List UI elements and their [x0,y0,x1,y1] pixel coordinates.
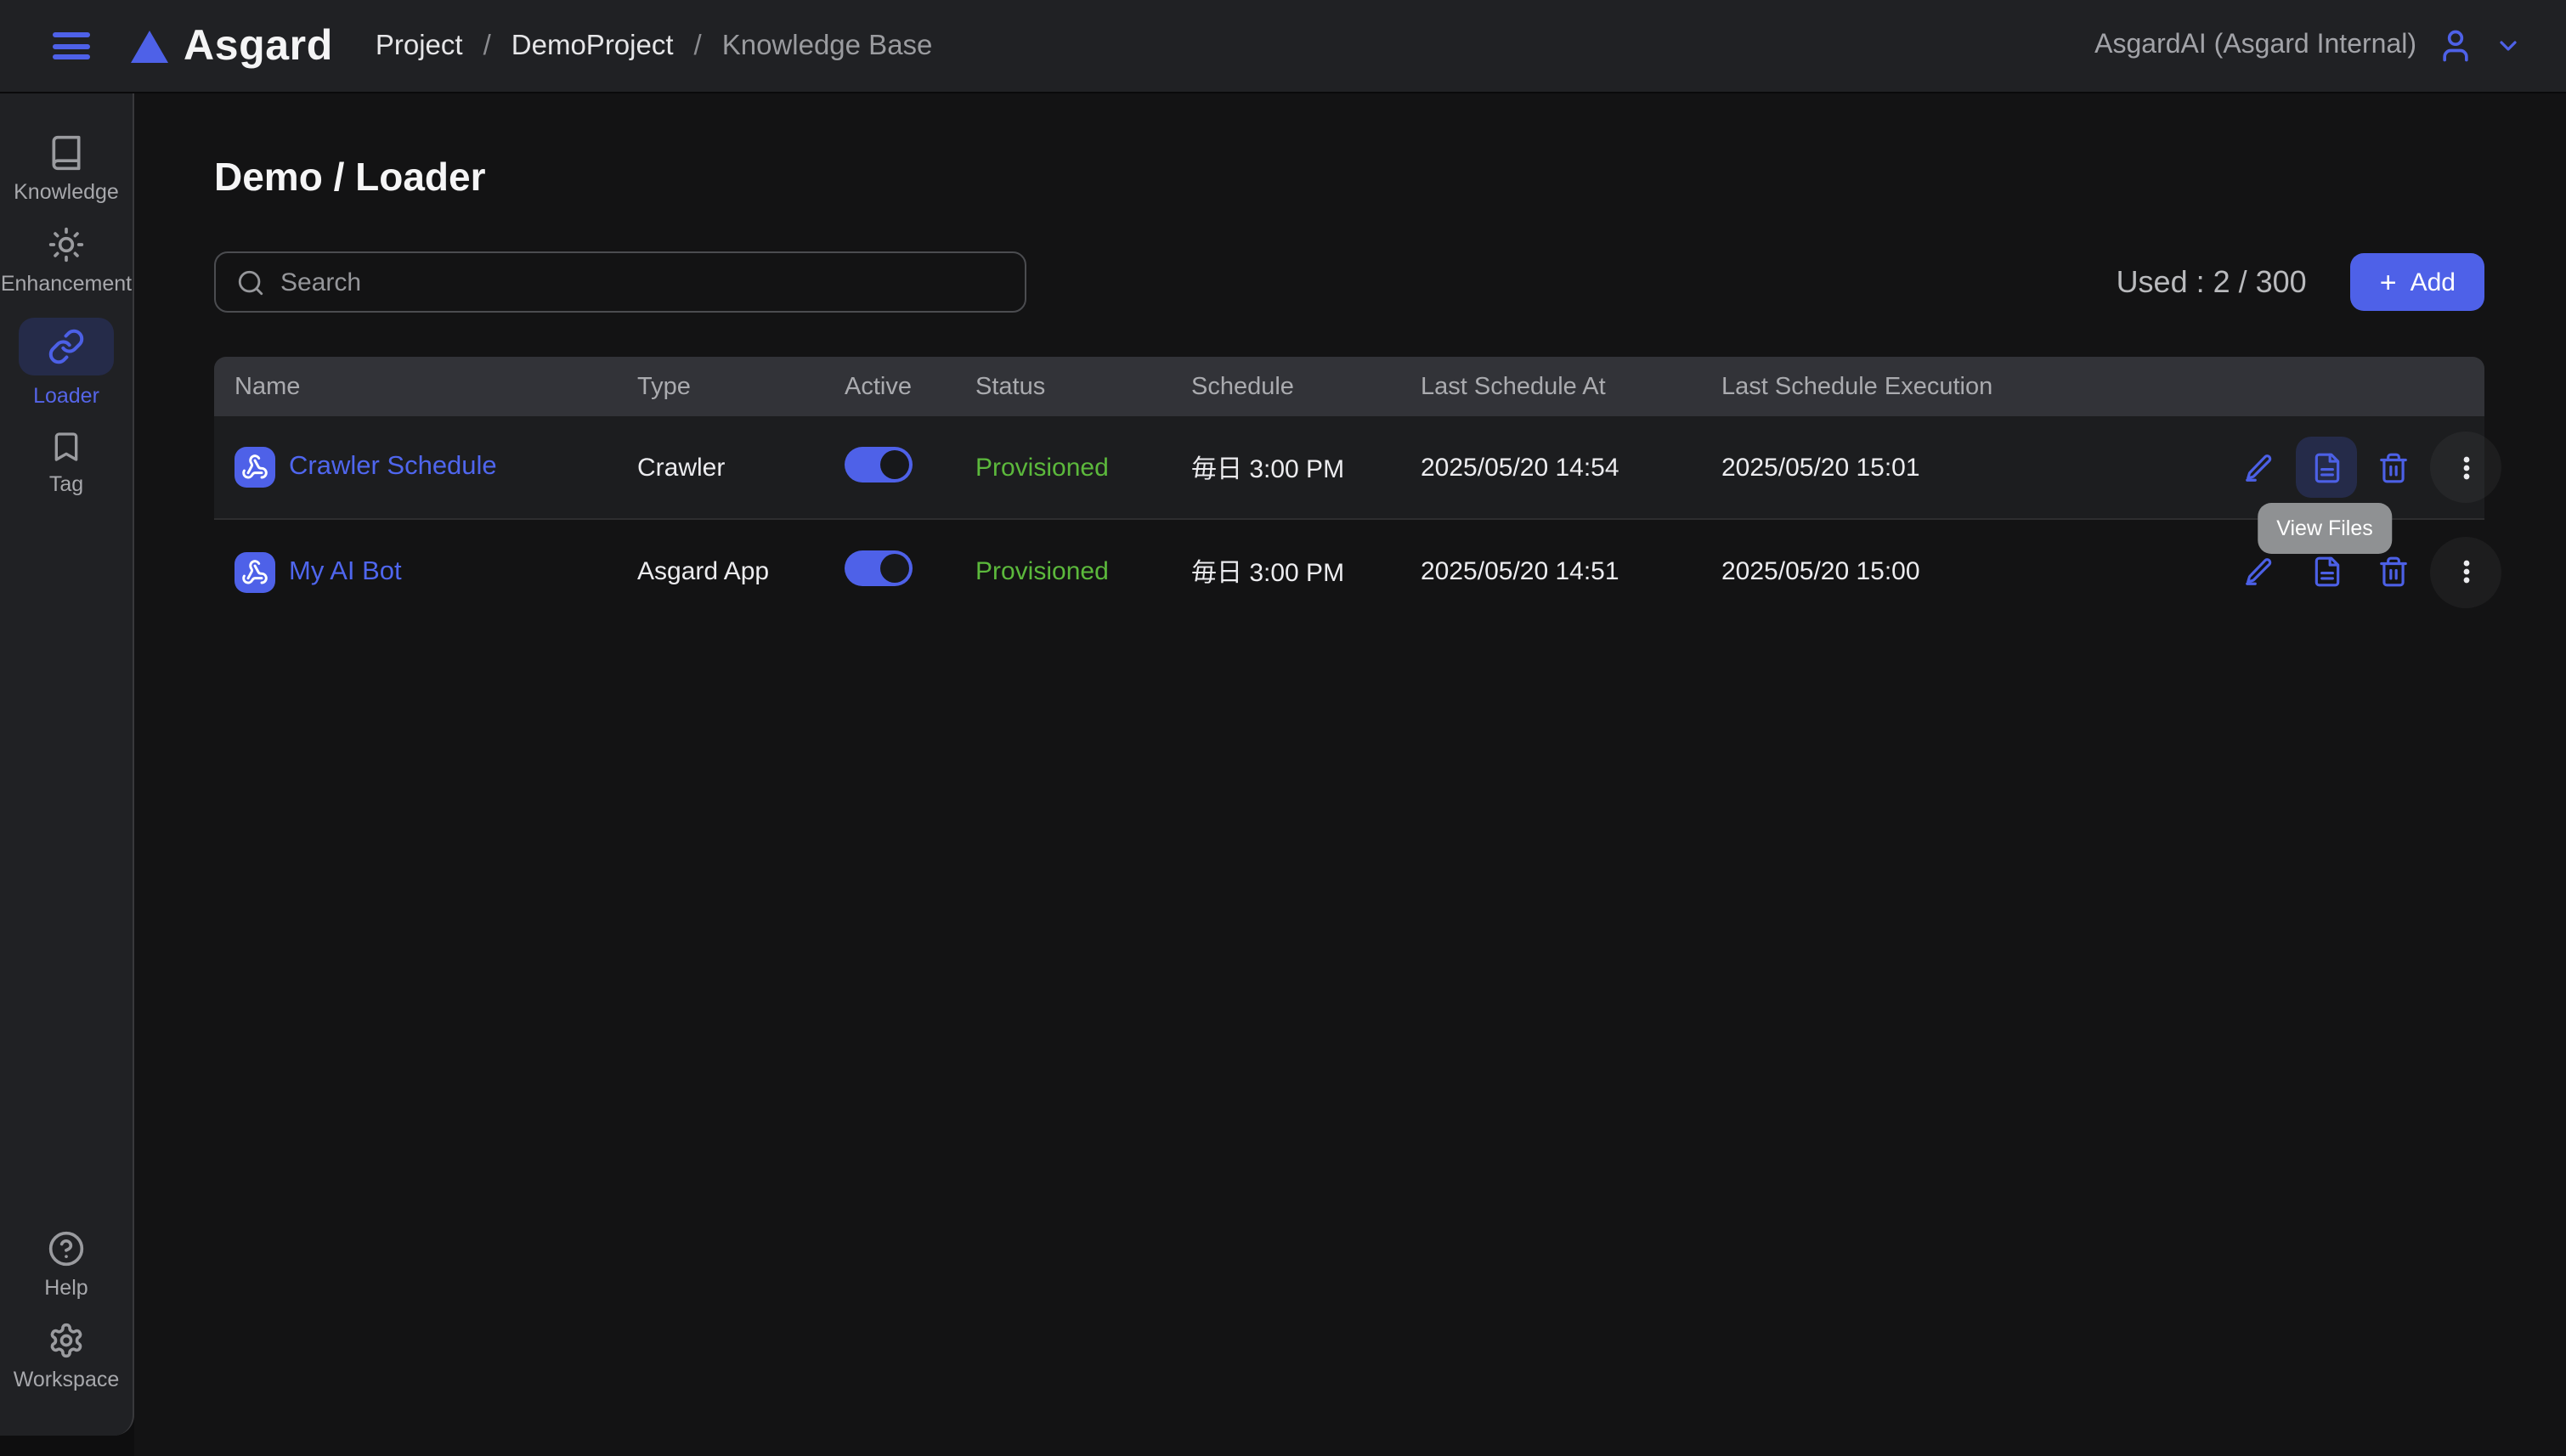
more-actions-icon[interactable] [2430,432,2501,503]
loader-name-link[interactable]: Crawler Schedule [289,452,497,483]
chevron-down-icon[interactable] [2495,32,2522,59]
breadcrumb-project[interactable]: Project [376,30,463,62]
search-box[interactable] [214,251,1026,313]
column-header-last-schedule-at: Last Schedule At [1421,373,1721,400]
status-badge: Provisioned [975,557,1191,586]
active-item-pill [19,318,114,375]
schedule-cell: 毎日 3:00 PM [1191,554,1421,590]
active-cell [845,550,975,593]
view-files-tooltip: View Files [2258,503,2391,554]
sidebar-bottom: Help Workspace [14,1230,120,1391]
type-cell: Asgard App [637,557,845,586]
active-toggle[interactable] [845,550,913,586]
last-schedule-execution-cell: 2025/05/20 15:01 [1721,453,2243,482]
delete-icon[interactable] [2377,556,2410,588]
sidebar-item-help[interactable]: Help [44,1230,88,1300]
column-header-schedule: Schedule [1191,373,1421,400]
last-schedule-execution-cell: 2025/05/20 15:00 [1721,557,2243,586]
help-icon [48,1230,85,1267]
plus-icon: + [2380,268,2397,296]
user-icon[interactable] [2437,27,2474,65]
schedule-cell: 毎日 3:00 PM [1191,449,1421,485]
table-row: My AI Bot Asgard App Provisioned 毎日 3:00… [214,520,2484,624]
app-window: Asgard Project / DemoProject / Knowledge… [0,0,2566,1456]
more-actions-icon[interactable] [2430,536,2501,607]
search-icon [236,268,265,296]
view-files-icon[interactable] [2296,556,2357,588]
sidebar-item-enhancement[interactable]: Enhancement [1,226,132,296]
column-header-last-schedule-execution: Last Schedule Execution [1721,373,2243,400]
main-content: Demo / Loader Used : 2 / 300 + Add Name … [134,93,2566,1456]
breadcrumb-demo-project[interactable]: DemoProject [512,30,674,62]
bookmark-icon [49,430,83,464]
quota-row: Used : 2 / 300 + Add [2117,251,2484,313]
brand-name: Asgard [184,21,333,71]
column-header-active: Active [845,373,975,400]
view-files-icon[interactable] [2296,437,2357,498]
row-actions [2243,432,2529,503]
webhook-icon [235,551,275,592]
hamburger-menu-icon[interactable] [53,32,90,59]
sidebar: Knowledge Enhancement Loader Tag [0,93,134,1436]
sidebar-item-label: Loader [33,384,99,408]
brand[interactable]: Asgard [131,21,333,71]
last-schedule-at-cell: 2025/05/20 14:54 [1421,453,1721,482]
breadcrumb-separator: / [694,30,702,62]
breadcrumb-separator: / [483,30,491,62]
active-cell [845,446,975,488]
sidebar-item-label: Workspace [14,1368,120,1391]
page-title: Demo / Loader [214,155,486,200]
asgard-logo-icon [131,30,168,62]
sidebar-item-label: Help [44,1276,88,1300]
table-header: Name Type Active Status Schedule Last Sc… [214,357,2484,416]
sidebar-item-label: Knowledge [14,180,119,204]
account-name: AsgardAI (Asgard Internal) [2094,31,2416,61]
sidebar-item-loader[interactable]: Loader [19,318,114,408]
breadcrumb-knowledge-base: Knowledge Base [722,30,933,62]
sidebar-item-label: Enhancement [1,272,132,296]
column-header-status: Status [975,373,1191,400]
status-badge: Provisioned [975,453,1191,482]
account-area[interactable]: AsgardAI (Asgard Internal) [2094,27,2522,65]
breadcrumb: Project / DemoProject / Knowledge Base [376,30,933,62]
sidebar-item-knowledge[interactable]: Knowledge [14,134,119,204]
book-icon [48,134,85,172]
last-schedule-at-cell: 2025/05/20 14:51 [1421,557,1721,586]
topbar: Asgard Project / DemoProject / Knowledge… [0,0,2566,93]
table-row: Crawler Schedule Crawler Provisioned 毎日 … [214,416,2484,520]
sidebar-item-tag[interactable]: Tag [49,430,83,496]
loader-name-link[interactable]: My AI Bot [289,556,402,587]
sidebar-item-label: Tag [49,472,83,496]
name-cell: My AI Bot [214,551,637,592]
edit-icon[interactable] [2243,556,2275,588]
sidebar-item-workspace[interactable]: Workspace [14,1322,120,1391]
edit-icon[interactable] [2243,451,2275,483]
usage-counter: Used : 2 / 300 [2117,264,2307,300]
search-input[interactable] [280,268,1025,296]
add-button[interactable]: + Add [2351,253,2484,311]
name-cell: Crawler Schedule [214,447,637,488]
delete-icon[interactable] [2377,451,2410,483]
webhook-icon [235,447,275,488]
column-header-type: Type [637,373,845,400]
loader-table: Name Type Active Status Schedule Last Sc… [214,357,2484,624]
add-button-label: Add [2411,268,2456,296]
link-icon [48,328,85,365]
gear-icon [48,1322,85,1359]
sun-icon [48,226,85,263]
active-toggle[interactable] [845,446,913,482]
column-header-name: Name [214,373,637,400]
type-cell: Crawler [637,453,845,482]
